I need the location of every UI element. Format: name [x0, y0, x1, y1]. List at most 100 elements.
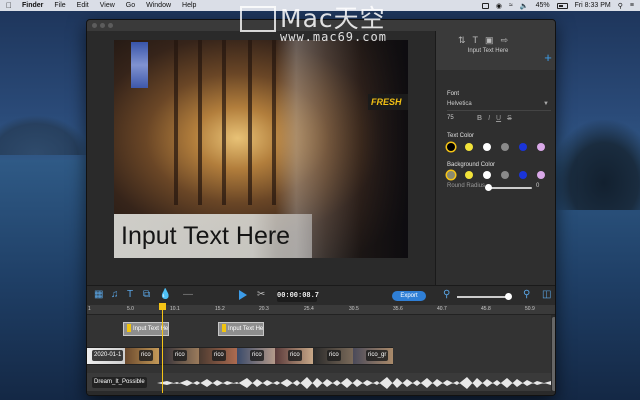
round-radius-slider[interactable]	[487, 187, 532, 189]
status-area: ◉ ≈ 🔈 45% Fri 8:33 PM ⚲ ≡	[481, 2, 634, 10]
battery-icon[interactable]	[556, 2, 568, 9]
close-button[interactable]	[92, 23, 97, 28]
menu-file[interactable]: File	[54, 2, 65, 9]
text-color-swatch[interactable]	[483, 143, 491, 151]
font-select[interactable]: Helvetica ▼	[447, 101, 551, 111]
timeline-horizontal-scrollbar[interactable]	[87, 391, 551, 395]
zoom-in-icon[interactable]: ⚲	[523, 289, 530, 300]
format-buttons: B I U S	[477, 115, 512, 122]
text-color-swatch[interactable]	[519, 143, 527, 151]
zoom-slider-thumb[interactable]	[505, 293, 512, 300]
background-color-swatch[interactable]	[483, 171, 491, 179]
clip-grip-icon[interactable]	[127, 324, 131, 333]
search-icon[interactable]: ⚲	[618, 2, 623, 10]
menu-finder[interactable]: Finder	[22, 2, 43, 9]
add-text-button[interactable]: +	[540, 51, 555, 67]
menu-go[interactable]: Go	[126, 2, 135, 9]
audio-clip-label: Dream_It_Possible	[92, 377, 147, 388]
background-color-swatch[interactable]	[447, 171, 455, 179]
audio-waveform	[157, 377, 551, 389]
drop-icon[interactable]: 💧	[159, 289, 171, 300]
text-overlay-label[interactable]: Input Text Here	[121, 222, 290, 251]
overlay-icon[interactable]: ⧉	[143, 289, 150, 300]
menu-help[interactable]: Help	[182, 2, 196, 9]
watermark-logo-icon	[240, 6, 276, 32]
text-color-swatch[interactable]	[501, 143, 509, 151]
text-tool-icon[interactable]: T	[127, 289, 133, 300]
text-clip[interactable]: Input Text He	[218, 322, 264, 336]
background-color-swatch[interactable]	[537, 171, 545, 179]
reorder-icon[interactable]: ⇅	[458, 35, 466, 46]
inspector-panel: ⇅ T ▣ ⇨ Input Text Here + Font Helvetica…	[435, 31, 555, 285]
text-clip-label: Input Text He	[228, 326, 264, 332]
playhead[interactable]	[162, 303, 163, 393]
cathedral-pillar	[248, 40, 252, 205]
text-color-swatch[interactable]	[465, 143, 473, 151]
ruler-tick-label: 10.1	[170, 306, 180, 312]
store-sign: FRESH	[368, 94, 408, 110]
text-icon[interactable]: T	[473, 35, 479, 46]
text-overlay-box[interactable]: Input Text Here	[114, 214, 312, 258]
minus-icon[interactable]: —	[183, 289, 193, 300]
filter-icon[interactable]: ⇨	[501, 35, 509, 46]
clip-grip-icon[interactable]	[222, 324, 226, 333]
video-preview[interactable]: FRESH Input Text Here	[114, 40, 408, 258]
music-icon[interactable]: ♫	[111, 289, 119, 300]
bold-button[interactable]: B	[477, 115, 482, 122]
apple-menu-icon[interactable]: 	[6, 1, 12, 10]
chevron-down-icon: ▼	[543, 101, 549, 107]
timeline-tracks: Input Text He Input Text He 2020-01-1 ri…	[87, 315, 555, 395]
screen-mirror-icon[interactable]	[481, 2, 489, 9]
control-icon[interactable]: ◉	[496, 2, 502, 10]
play-button[interactable]	[239, 290, 247, 300]
font-size-field[interactable]: 75	[447, 115, 471, 121]
transition-icon[interactable]: ▣	[485, 35, 494, 46]
panel-toggle-icon[interactable]: ◫	[542, 289, 551, 300]
ruler-tick-label: 40.7	[437, 306, 447, 312]
scrollbar-knob[interactable]	[552, 317, 555, 391]
background-color-swatch[interactable]	[465, 171, 473, 179]
background-color-swatch[interactable]	[519, 171, 527, 179]
zoom-button[interactable]	[108, 23, 113, 28]
video-clip-label: rico	[288, 350, 302, 361]
export-button[interactable]: Export	[392, 291, 426, 301]
stained-glass-window	[131, 42, 148, 88]
strikethrough-button[interactable]: S	[507, 115, 512, 122]
round-radius-thumb[interactable]	[485, 184, 492, 191]
time-ruler[interactable]: 1 5.0 10.1 15.2 20.3 25.4 30.5 35.6 40.7…	[87, 305, 555, 315]
italic-button[interactable]: I	[488, 115, 490, 122]
menu-edit[interactable]: Edit	[77, 2, 89, 9]
ruler-tick-label: 20.3	[259, 306, 269, 312]
zoom-out-icon[interactable]: ⚲	[443, 289, 450, 300]
video-clip-label: rico	[139, 350, 153, 361]
desktop-wallpaper-hill	[0, 115, 90, 155]
timecode-display: 00:00:08.7	[277, 290, 320, 302]
underline-button[interactable]: U	[496, 115, 501, 122]
volume-icon[interactable]: 🔈	[520, 2, 529, 10]
wifi-icon[interactable]: ≈	[509, 2, 513, 9]
ruler-tick-label: 35.6	[393, 306, 403, 312]
ruler-tick-label: 5.0	[127, 306, 134, 312]
text-color-swatch[interactable]	[537, 143, 545, 151]
playhead-handle[interactable]	[159, 303, 166, 310]
text-color-swatch[interactable]	[447, 143, 455, 151]
video-clip-label: 2020-01-1	[92, 350, 124, 361]
menu-view[interactable]: View	[100, 2, 115, 9]
notification-center-icon[interactable]: ≡	[630, 2, 634, 9]
zoom-slider[interactable]	[457, 296, 507, 298]
timeline-vertical-scrollbar[interactable]	[551, 315, 555, 395]
video-track[interactable]: 2020-01-1 rico rico rico rico rico rico …	[87, 347, 393, 365]
minimize-button[interactable]	[100, 23, 105, 28]
menu-window[interactable]: Window	[146, 2, 171, 9]
image-icon[interactable]: ▦	[94, 289, 103, 300]
timeline-toolbar: ▦ ♫ T ⧉ 💧 — ✂ 00:00:08.7 Export ⚲ ⚲ ◫	[87, 285, 555, 305]
scissors-icon[interactable]: ✂	[257, 289, 265, 300]
layer-title[interactable]: Input Text Here	[436, 48, 540, 54]
preview-area: FRESH Input Text Here	[87, 31, 435, 285]
watermark: Mac天空 www.mac69.com	[280, 6, 387, 45]
video-clip-label: rico	[212, 350, 226, 361]
background-color-swatch[interactable]	[501, 171, 509, 179]
clock[interactable]: Fri 8:33 PM	[575, 2, 611, 9]
audio-track[interactable]: Dream_It_Possible	[87, 373, 551, 393]
cathedral-pillar	[198, 40, 202, 205]
